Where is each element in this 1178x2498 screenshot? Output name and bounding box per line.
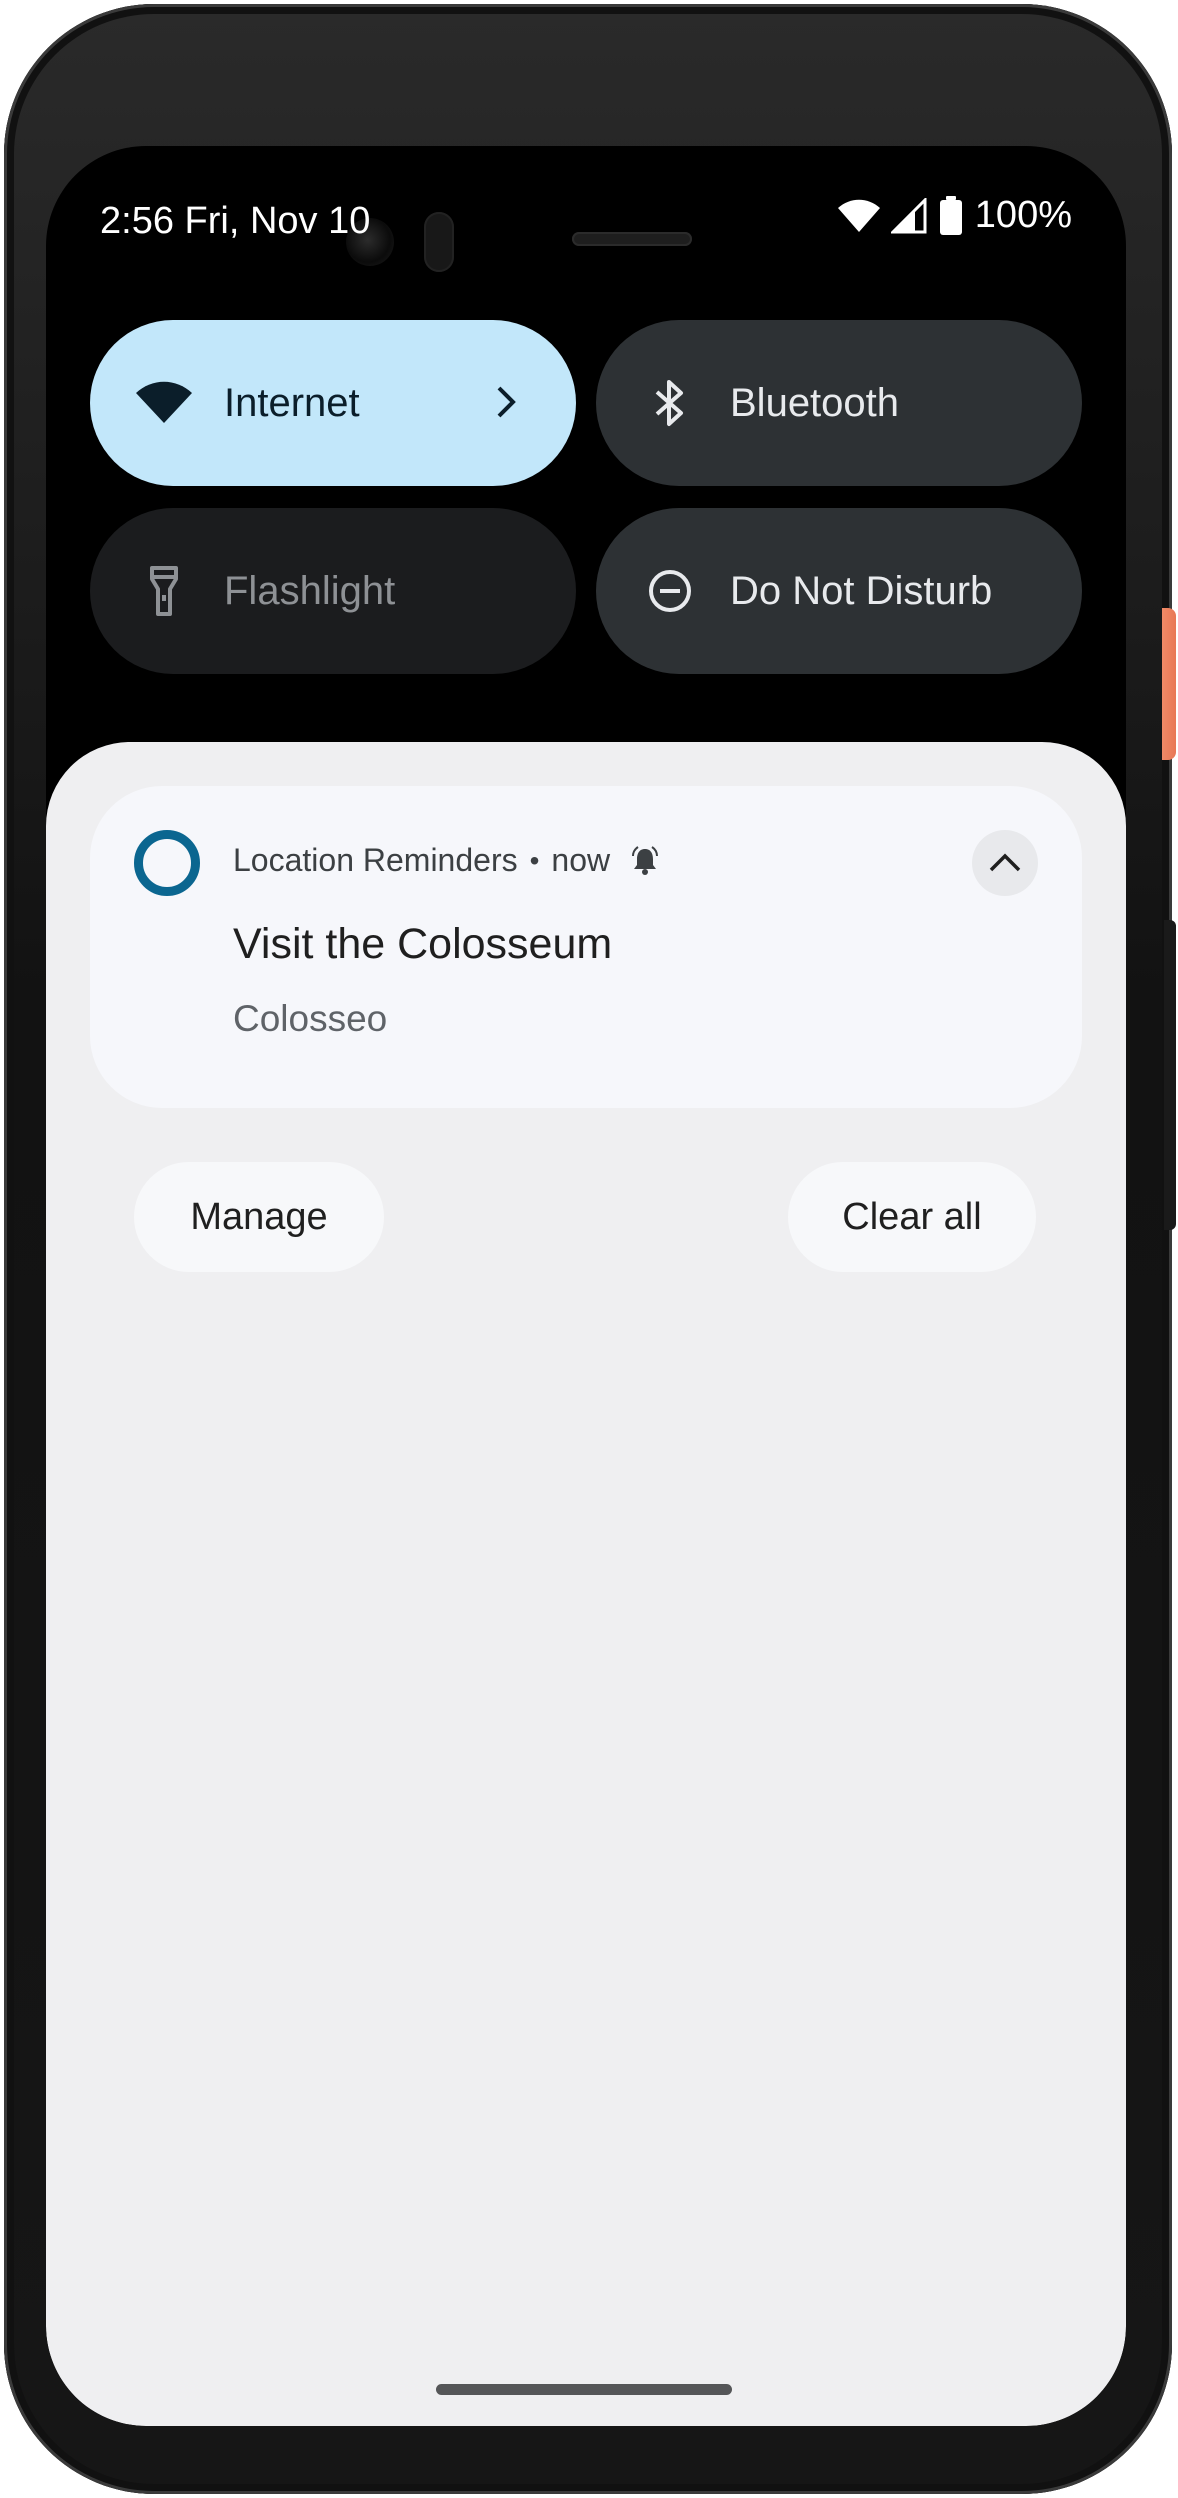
volume-button: [1164, 920, 1176, 1230]
screen: 2:56 Fri, Nov 10 100% Internet Bluetooth…: [46, 146, 1126, 2426]
manage-button[interactable]: Manage: [134, 1162, 384, 1272]
wifi-status-icon: [837, 198, 881, 234]
status-icons: 100%: [837, 194, 1072, 237]
tile-bluetooth-label: Bluetooth: [730, 380, 900, 425]
tile-do-not-disturb[interactable]: Do Not Disturb: [596, 508, 1082, 674]
notification-card[interactable]: Location Reminders • now Visit the Colos…: [90, 786, 1082, 1108]
chevron-up-icon: [989, 853, 1021, 872]
do-not-disturb-icon: [640, 561, 700, 621]
notification-shade: Location Reminders • now Visit the Colos…: [46, 742, 1126, 2426]
status-bar: 2:56 Fri, Nov 10 100%: [100, 192, 1072, 252]
status-time-date: 2:56 Fri, Nov 10: [100, 200, 371, 242]
home-indicator[interactable]: [436, 2384, 732, 2395]
chevron-right-icon: [476, 372, 536, 432]
cell-signal-icon: [890, 197, 929, 234]
tile-flashlight-label: Flashlight: [224, 568, 396, 613]
clear-all-button[interactable]: Clear all: [788, 1162, 1036, 1272]
tile-bluetooth[interactable]: Bluetooth: [596, 320, 1082, 486]
power-button: [1162, 608, 1176, 760]
tile-dnd-label: Do Not Disturb: [730, 568, 993, 613]
tile-flashlight[interactable]: Flashlight: [90, 508, 576, 674]
notification-header: Location Reminders • now: [233, 842, 660, 879]
phone-frame: 2:56 Fri, Nov 10 100% Internet Bluetooth…: [0, 0, 1178, 2498]
notification-separator: •: [529, 844, 540, 876]
notification-time: now: [551, 842, 611, 878]
notification-app-name: Location Reminders: [233, 842, 518, 878]
wifi-icon: [134, 373, 194, 433]
battery-icon: [939, 195, 963, 236]
notification-title: Visit the Colosseum: [233, 920, 613, 968]
flashlight-icon: [134, 561, 194, 621]
notification-text: Colosseo: [233, 998, 388, 1039]
battery-percent: 100%: [974, 194, 1072, 236]
bluetooth-icon: [640, 373, 700, 433]
collapse-notification-button[interactable]: [972, 830, 1038, 896]
tile-internet-label: Internet: [224, 380, 360, 425]
alert-bell-icon: [630, 845, 660, 876]
tile-internet[interactable]: Internet: [90, 320, 576, 486]
location-reminders-app-icon: [134, 830, 200, 896]
